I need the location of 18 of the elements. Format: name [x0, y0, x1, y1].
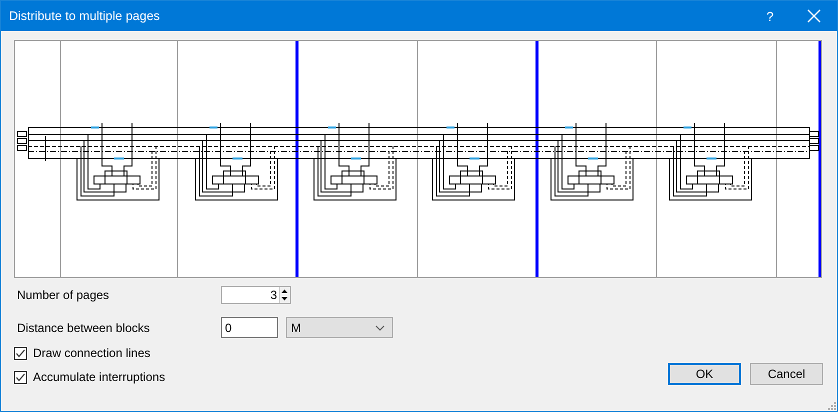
unit-dropdown[interactable]: M [286, 317, 393, 338]
chevron-down-icon [375, 324, 385, 330]
up-arrow-icon[interactable] [280, 288, 289, 294]
dialog-button[interactable]: Cancel [750, 363, 823, 385]
checkbox[interactable] [14, 370, 27, 384]
field-label: Number of pages [16, 288, 110, 302]
help-button[interactable]: ? [749, 1, 791, 31]
checkbox[interactable] [14, 346, 27, 360]
close-icon [807, 9, 821, 23]
field-label: Distance between blocks [16, 320, 151, 334]
checkbox-option[interactable]: Draw connection lines [14, 346, 166, 360]
down-arrow-icon[interactable] [280, 296, 289, 302]
resize-grip-icon[interactable] [827, 401, 836, 410]
window-title: Distribute to multiple pages [8, 9, 161, 23]
checkbox-option[interactable]: Accumulate interruptions [14, 370, 166, 384]
distance-input[interactable]: 0 [221, 317, 278, 338]
dialog-button[interactable]: OK [668, 363, 741, 385]
number-of-pages-spinner[interactable]: 3 [221, 286, 291, 304]
